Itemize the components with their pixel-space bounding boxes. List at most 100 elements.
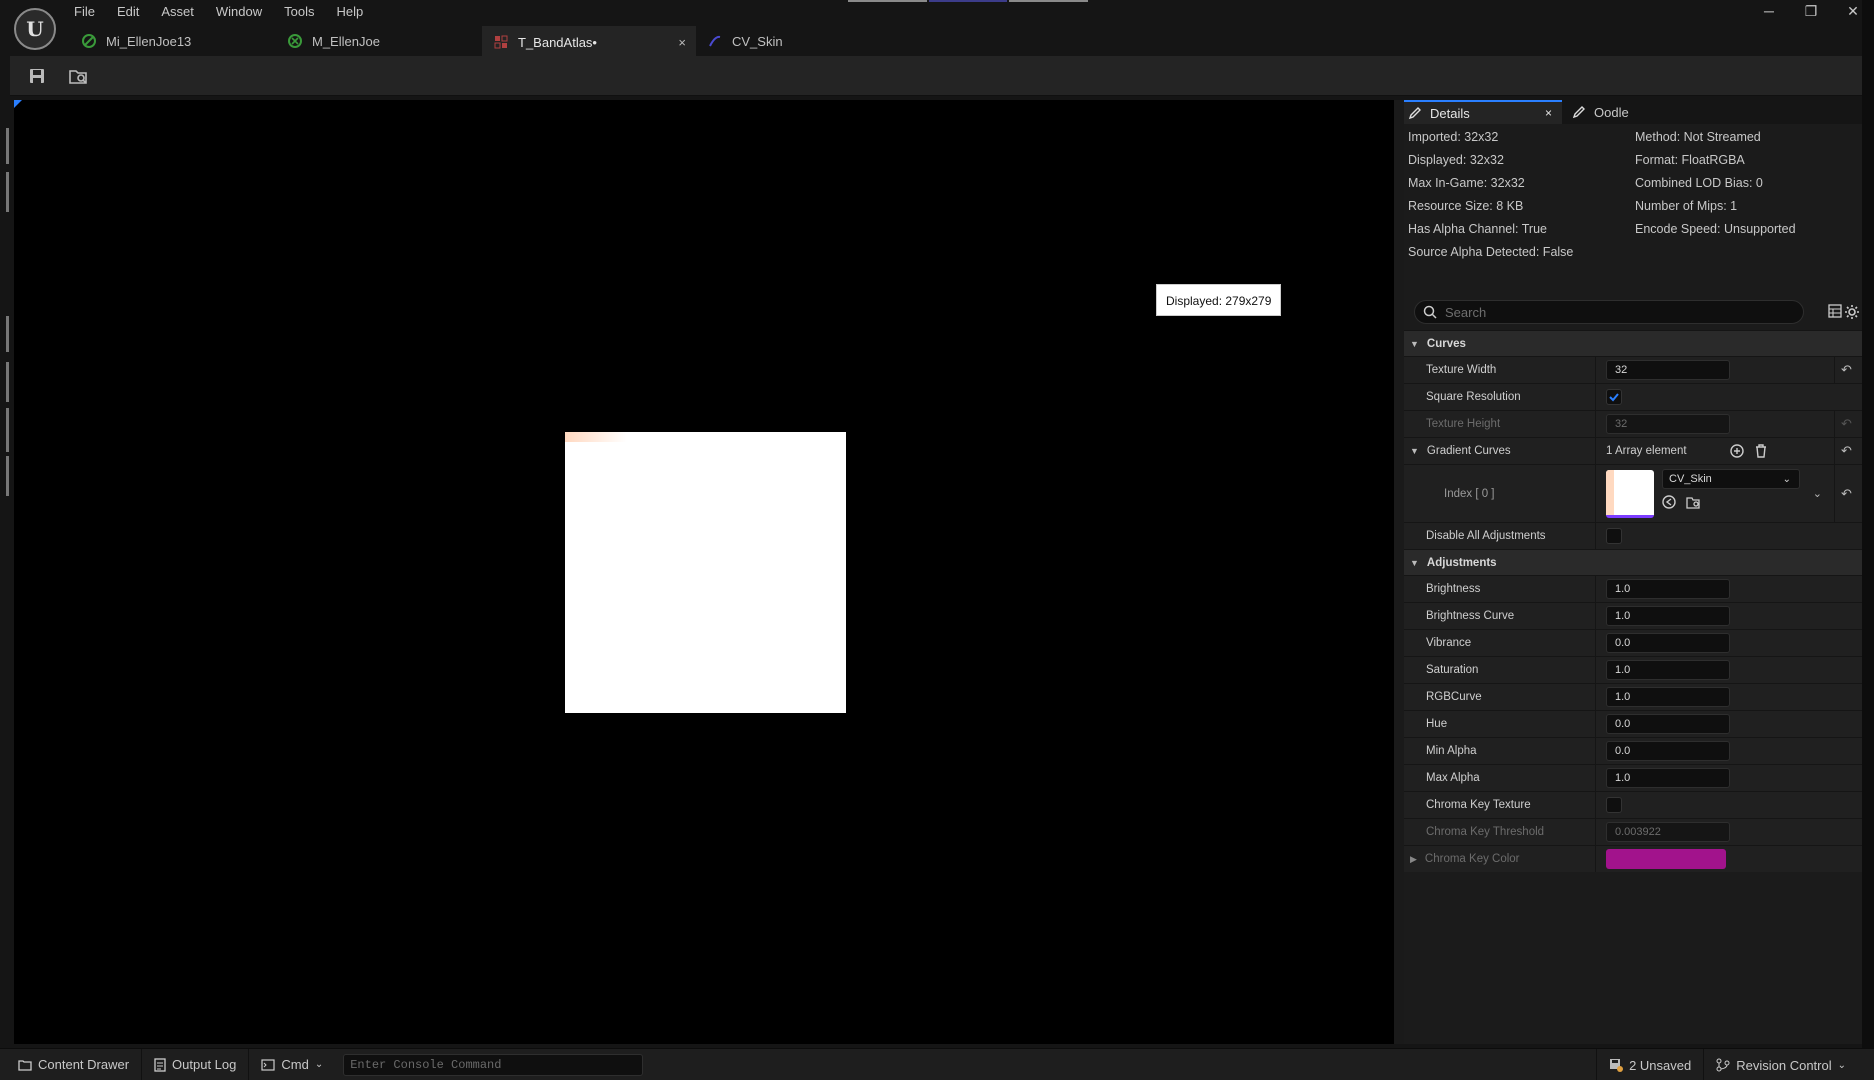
prop-chroma-key-threshold: Chroma Key Threshold 0.003922 <box>1404 818 1862 845</box>
chevron-down-icon: ⌄ <box>1782 473 1791 485</box>
curve-asset-thumbnail[interactable] <box>1606 469 1654 518</box>
texture-preview-image <box>565 432 846 713</box>
tab-t-bandatlas[interactable]: T_BandAtlas• × <box>482 26 696 56</box>
rgbcurve-input[interactable]: 1.0 <box>1606 687 1730 707</box>
gear-icon[interactable] <box>1844 304 1860 320</box>
tab-m-ellenjoe[interactable]: M_EllenJoe <box>276 26 482 56</box>
category-adjustments[interactable]: ▼ Adjustments <box>1404 549 1862 575</box>
info-format: Format: FloatRGBA <box>1635 153 1745 167</box>
pencil-icon <box>1408 107 1421 120</box>
console-command-input[interactable] <box>343 1053 644 1076</box>
status-bar: Content Drawer Output Log Cmd ⌄ 2 Unsave… <box>0 1048 1874 1080</box>
chroma-key-color-label: Chroma Key Color <box>1424 853 1520 865</box>
checkmark-icon <box>1609 393 1619 402</box>
category-label: Adjustments <box>1426 556 1497 569</box>
menu-tools[interactable]: Tools <box>284 3 326 21</box>
add-element-icon[interactable] <box>1730 444 1744 458</box>
menu-asset[interactable]: Asset <box>161 3 206 21</box>
prop-texture-width: Texture Width 32 ↶ <box>1404 356 1862 383</box>
table-view-icon[interactable] <box>1828 304 1842 318</box>
disable-all-adjustments-checkbox[interactable] <box>1606 528 1622 544</box>
collapse-arrow-icon[interactable]: ▼ <box>1410 446 1419 456</box>
saturation-input[interactable]: 1.0 <box>1606 660 1730 680</box>
info-method: Method: Not Streamed <box>1635 130 1761 144</box>
edge-marker <box>6 362 9 402</box>
min-alpha-input[interactable]: 0.0 <box>1606 741 1730 761</box>
chroma-key-texture-checkbox[interactable] <box>1606 797 1622 813</box>
menu-help[interactable]: Help <box>336 3 375 21</box>
edge-marker <box>6 128 9 164</box>
category-label: Curves <box>1426 337 1466 350</box>
tab-label: M_EllenJoe <box>312 33 380 49</box>
reset-to-default-icon[interactable]: ↶ <box>1834 357 1858 383</box>
browse-to-asset-icon[interactable] <box>1686 495 1702 509</box>
prop-square-resolution: Square Resolution <box>1404 383 1862 410</box>
document-tabs: Mi_EllenJoe13 M_EllenJoe T_BandAtlas• × … <box>70 26 876 56</box>
category-curves[interactable]: ▼ Curves <box>1404 330 1862 356</box>
prop-label: Max Alpha <box>1404 765 1596 791</box>
expand-arrow-icon[interactable]: ▶ <box>1410 854 1417 865</box>
prop-hue: Hue 0.0 <box>1404 710 1862 737</box>
texture-width-input[interactable]: 32 <box>1606 360 1730 380</box>
vibrance-input[interactable]: 0.0 <box>1606 633 1730 653</box>
output-log-label: Output Log <box>172 1057 237 1072</box>
revision-control-button[interactable]: Revision Control ⌄ <box>1703 1049 1874 1080</box>
tab-oodle-label: Oodle <box>1594 104 1629 120</box>
info-resource-size: Resource Size: 8 KB <box>1408 199 1524 213</box>
hue-input[interactable]: 0.0 <box>1606 714 1730 734</box>
texture-icon <box>494 35 508 49</box>
edge-marker <box>6 408 9 452</box>
restore-button[interactable]: ❐ <box>1790 0 1832 22</box>
prop-label: Brightness <box>1404 576 1596 602</box>
tab-mi-ellenjoe13[interactable]: Mi_EllenJoe13 <box>70 26 276 56</box>
prop-label: Hue <box>1404 711 1596 737</box>
prop-label: ▼ Gradient Curves <box>1404 438 1596 464</box>
output-log-button[interactable]: Output Log <box>142 1048 250 1080</box>
use-selected-asset-icon[interactable] <box>1662 495 1676 509</box>
content-drawer-button[interactable]: Content Drawer <box>0 1048 143 1080</box>
collapse-arrow-icon: ▼ <box>1410 557 1419 568</box>
panel-splitter[interactable] <box>1394 100 1404 1044</box>
prop-label: RGBCurve <box>1404 684 1596 710</box>
menu-edit[interactable]: Edit <box>117 3 151 21</box>
chevron-down-icon[interactable]: ⌄ <box>1813 487 1822 500</box>
material-instance-icon <box>82 34 96 48</box>
prop-vibrance: Vibrance 0.0 <box>1404 629 1862 656</box>
search-input[interactable] <box>1445 304 1785 320</box>
reset-to-default-icon[interactable]: ↶ <box>1834 438 1858 464</box>
max-alpha-input[interactable]: 1.0 <box>1606 768 1730 788</box>
prop-min-alpha: Min Alpha 0.0 <box>1404 737 1862 764</box>
reset-to-default-icon[interactable]: ↶ <box>1834 465 1858 522</box>
prop-max-alpha: Max Alpha 1.0 <box>1404 764 1862 791</box>
texture-viewport[interactable]: Displayed: 279x279 <box>14 100 1394 1044</box>
tab-oodle[interactable]: Oodle <box>1562 100 1639 124</box>
minimize-button[interactable]: ─ <box>1748 0 1790 22</box>
unsaved-label: 2 Unsaved <box>1629 1057 1692 1073</box>
menu-window[interactable]: Window <box>216 3 274 21</box>
tab-details[interactable]: Details × <box>1404 100 1562 124</box>
info-imported: Imported: 32x32 <box>1408 130 1499 144</box>
chevron-down-icon: ⌄ <box>314 1059 324 1070</box>
square-resolution-checkbox[interactable] <box>1606 389 1622 405</box>
info-displayed: Displayed: 32x32 <box>1408 153 1504 167</box>
close-icon[interactable]: × <box>1545 106 1552 120</box>
brightness-input[interactable]: 1.0 <box>1606 579 1730 599</box>
search-box <box>1414 300 1804 324</box>
prop-label: Disable All Adjustments <box>1404 523 1596 549</box>
reset-to-default-icon: ↶ <box>1834 411 1858 437</box>
trash-icon[interactable] <box>1754 444 1768 458</box>
prop-label: Texture Height <box>1404 411 1596 437</box>
browse-to-asset-button[interactable] <box>66 63 92 89</box>
unreal-logo-icon[interactable]: U <box>14 8 56 50</box>
tab-cv-skin[interactable]: CV_Skin <box>696 26 876 56</box>
chroma-key-color-swatch[interactable] <box>1606 849 1726 869</box>
menu-file[interactable]: File <box>74 3 107 21</box>
brightness-curve-input[interactable]: 1.0 <box>1606 606 1730 626</box>
save-button[interactable] <box>24 63 50 89</box>
cmd-dropdown[interactable]: Cmd ⌄ <box>249 1049 335 1080</box>
curve-asset-picker[interactable]: CV_Skin ⌄ <box>1662 469 1800 489</box>
prop-texture-height: Texture Height 32 ↶ <box>1404 410 1862 437</box>
unsaved-button[interactable]: 2 Unsaved <box>1596 1049 1703 1080</box>
tab-close-icon[interactable]: × <box>678 35 686 50</box>
window-right-edge <box>1862 0 1874 1048</box>
